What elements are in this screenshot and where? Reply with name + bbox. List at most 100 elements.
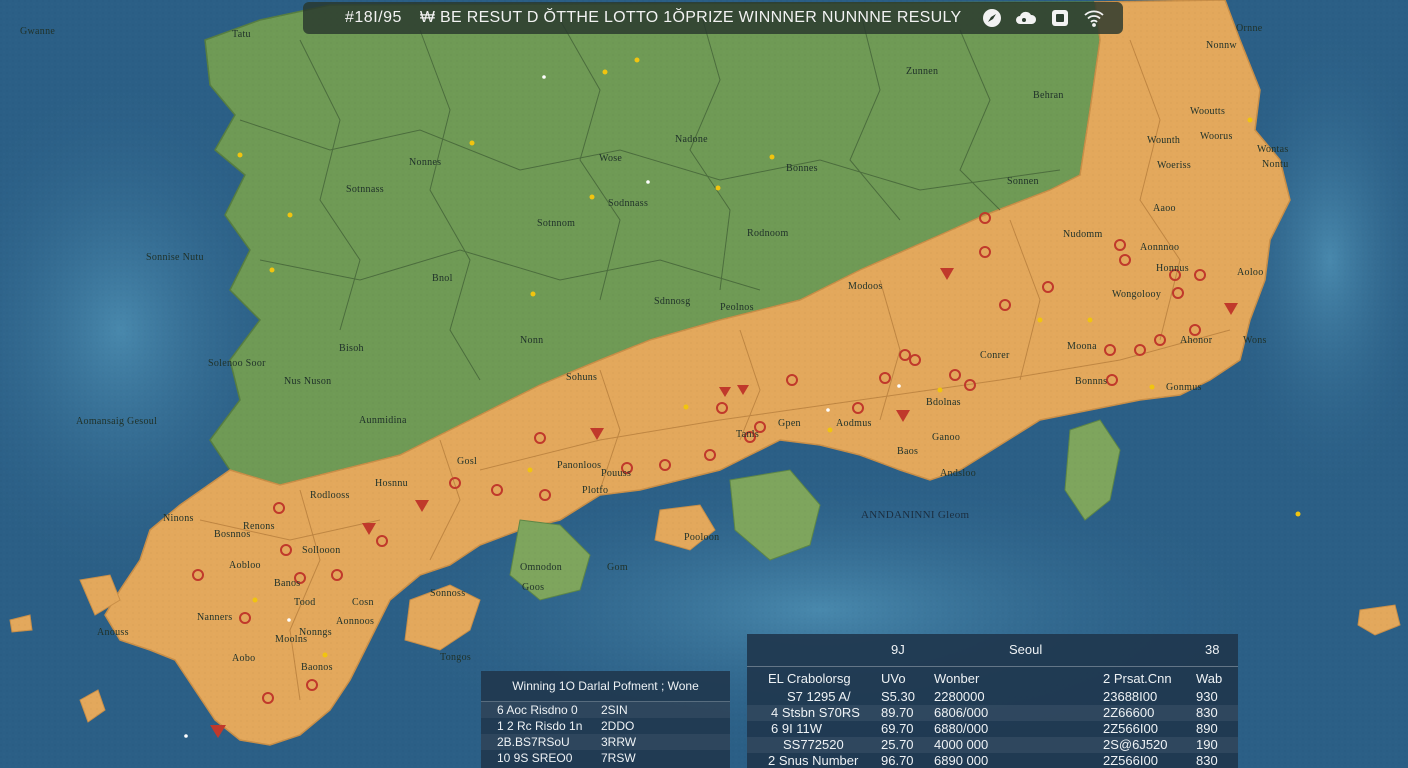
cell-location: 6 Aoc Risdno 0 [497,703,578,717]
cell-ratio: 89.70 [881,705,914,720]
map-label: Solenoo Soor [208,358,266,369]
map-label: Banos [274,578,301,589]
cell-count: 830 [1196,705,1218,720]
minor-prize-marker [1037,317,1043,323]
cell-prize: 2Z566I00 [1103,721,1158,736]
wifi-icon[interactable] [1083,7,1105,29]
map-label: Nonnw [1206,40,1237,51]
map-label: Nanners [197,612,233,623]
lotto-map-view: Gwanne Tatu Ornne Zunnen Behran Nonnw Na… [0,0,1408,768]
table-row[interactable]: 6 9I 11W 69.70 6880/000 2Z566I00 890 [747,721,1238,737]
table-row[interactable]: SS772520 25.70 4000 000 2S@6J520 190 [747,737,1238,753]
column-header: Wab [1196,671,1223,686]
map-label: Bosnnos [214,529,251,540]
map-label: Rodlooss [310,490,350,501]
cell-numbers: 6 9I 11W [771,721,823,736]
map-label: Sotnnass [346,184,384,195]
column-header: EL Crabolorsg [768,671,851,686]
minor-prize-marker [602,69,608,75]
map-label: Conrer [980,350,1010,361]
camera-icon[interactable] [1049,7,1071,29]
map-label: Ahonor [1180,335,1213,346]
cell-ratio: 96.70 [881,753,914,768]
cell-location: 1 2 Rc Risdo 1n [497,719,583,733]
table-row[interactable]: 2 Snus Number 96.70 6890 000 2Z566I00 83… [747,753,1238,768]
map-label: Bdolnas [926,397,961,408]
map-label: Goos [522,582,545,593]
minor-prize-marker [634,57,640,63]
map-label: Gonmus [1166,382,1202,393]
map-label: Sotnnom [537,218,576,229]
map-label: Sodnnass [608,198,649,209]
map-label: Gwanne [20,26,56,37]
map-label: Panonloos [557,460,602,471]
map-label: Sollooon [302,545,341,556]
map-label: Tanls [736,429,760,440]
map-label: Nonn [520,335,544,346]
map-label: Aomansaig Gesoul [76,416,158,427]
compass-icon[interactable] [981,7,1003,29]
map-label: Tongos [440,652,472,663]
map-label: Baos [897,446,919,457]
result-header-bar: #18I/95 ₩ BE RESUT D ŎTTHE LOTTO 1ŎPRIZE… [303,2,1123,34]
map-label: Zunnen [906,66,939,77]
panel-header: 9J Seoul 38 [747,634,1238,667]
cell-winners: 6806/000 [934,705,989,720]
map-label: Moolns [275,634,308,645]
map-label: Sonnoss [430,588,466,599]
cloud-icon[interactable] [1015,7,1037,29]
minor-prize-marker [269,267,275,273]
cell-winners: 4000 000 [934,737,989,752]
minor-prize-marker [769,154,775,160]
cell-winners: 2280000 [934,689,985,704]
map-label: Nudomm [1063,229,1103,240]
map-label: Bisoh [339,343,364,354]
map-label: Gom [607,562,628,573]
map-label: Bonnes [786,163,818,174]
table-row[interactable]: S7 1295 A/ S5.30 2280000 23688I00 930 [747,689,1238,705]
map-label: Honnus [1156,263,1189,274]
minor-prize-marker [252,597,258,603]
table-row[interactable]: 2B.BS7RSoU 3RRW [481,734,730,750]
column-header: Wonber [934,671,980,686]
map-label: Ganoo [932,432,961,443]
map-label: Sonnise Nutu [146,252,204,263]
cell-prize: 23688I00 [1103,689,1158,704]
map-label: Andsloo [940,468,976,479]
table-row[interactable]: 1 2 Rc Risdo 1n 2DDO [481,718,730,734]
minor-prize-marker [1247,117,1253,123]
cell-prize: 2S@6J520 [1103,737,1168,752]
map-label: Nonnes [409,157,442,168]
landmark-dot [542,75,546,79]
map-label: Nontu [1262,159,1289,170]
cell-winners: 6880/000 [934,721,989,736]
cell-ratio: 69.70 [881,721,914,736]
map-label: Sonnen [1007,176,1039,187]
minor-prize-marker [469,140,475,146]
minor-prize-marker [937,387,943,393]
map-label: Pooloon [684,532,720,543]
minor-prize-marker [683,404,689,410]
map-label: Wongolooy [1112,289,1162,300]
table-row[interactable]: 4 Stsbn S70RS 89.70 6806/000 2Z66600 830 [747,705,1238,721]
cell-amount: 7RSW [601,751,636,765]
table-row[interactable]: 6 Aoc Risdno 0 2SIN [481,702,730,718]
map-label: Bnol [432,273,453,284]
map-label: Wooutts [1190,106,1226,117]
landmark-dot [287,618,291,622]
minor-prize-marker [322,652,328,658]
map-label: Peolnos [720,302,754,313]
panel-header-region: Seoul [1009,642,1043,657]
map-label: Aaoo [1153,203,1176,214]
cell-ratio: 25.70 [881,737,914,752]
table-row[interactable]: 10 9S SREO0 7RSW [481,750,730,766]
map-label: Nus Nuson [284,376,332,387]
minor-prize-marker [1087,317,1093,323]
map-label: Aoloo [1237,267,1264,278]
column-header: UVo [881,671,906,686]
cell-prize: 2Z66600 [1103,705,1155,720]
cell-winners: 6890 000 [934,753,989,768]
map-label: Bonnns [1075,376,1108,387]
map-label: Aodmus [836,418,872,429]
map-label: Moona [1067,341,1097,352]
